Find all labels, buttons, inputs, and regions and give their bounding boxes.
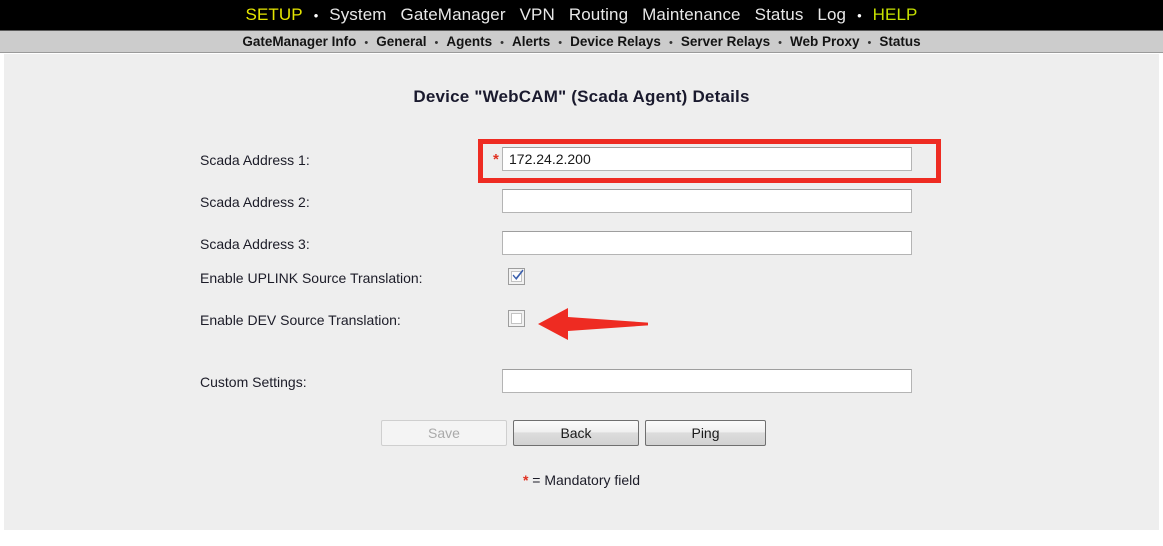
subnav-separator-icon: • <box>867 37 872 49</box>
label-enable-dev-source-translation: Enable DEV Source Translation: <box>200 312 401 328</box>
page-right-margin <box>1159 54 1163 530</box>
subnav-separator-icon: • <box>500 37 504 49</box>
page-left-margin <box>0 54 4 530</box>
subnav-item-gatemanager-info[interactable]: GateManager Info <box>236 34 362 49</box>
nav-item-routing[interactable]: Routing <box>562 0 635 30</box>
back-button[interactable]: Back <box>513 420 639 446</box>
subnav-item-server-relays[interactable]: Server Relays <box>675 34 776 49</box>
subnav-item-device-relays[interactable]: Device Relays <box>564 34 667 49</box>
nav-item-gatemanager[interactable]: GateManager <box>394 0 513 30</box>
nav-item-maintenance[interactable]: Maintenance <box>635 0 747 30</box>
subnav-separator-icon: • <box>778 37 782 49</box>
secondary-nav-items: GateManager Info • General • Agents • Al… <box>236 34 926 49</box>
subnav-item-web-proxy[interactable]: Web Proxy <box>784 34 866 49</box>
scada-address-1-input[interactable] <box>502 147 912 171</box>
primary-navigation-bar: SETUP • System GateManager VPN Routing M… <box>0 0 1163 30</box>
form-row-scada-address-3: Scada Address 3: <box>4 230 1159 258</box>
nav-item-setup[interactable]: SETUP <box>239 0 310 30</box>
label-scada-address-2: Scada Address 2: <box>200 194 310 210</box>
label-scada-address-1: Scada Address 1: <box>200 152 310 168</box>
enable-dev-source-translation-checkbox[interactable] <box>508 310 525 327</box>
nav-separator-bullet-2: • <box>857 7 862 23</box>
enable-uplink-source-translation-checkbox[interactable] <box>508 268 525 285</box>
page-bottom-margin <box>0 530 1163 546</box>
nav-separator-bullet: • <box>313 7 319 23</box>
save-button[interactable]: Save <box>381 420 507 446</box>
scada-address-2-input[interactable] <box>502 189 912 213</box>
nav-item-vpn[interactable]: VPN <box>513 0 562 30</box>
mandatory-asterisk-icon: * <box>493 151 499 168</box>
nav-item-status[interactable]: Status <box>748 0 811 30</box>
nav-item-help[interactable]: HELP <box>866 0 925 30</box>
subnav-separator-icon: • <box>364 37 369 49</box>
primary-nav-items: SETUP • System GateManager VPN Routing M… <box>239 0 925 31</box>
label-enable-uplink-source-translation: Enable UPLINK Source Translation: <box>200 270 423 286</box>
page-content-area: Device "WebCAM" (Scada Agent) Details Sc… <box>4 54 1159 530</box>
browser-page: SETUP • System GateManager VPN Routing M… <box>0 0 1163 546</box>
subnav-separator-icon: • <box>434 37 439 49</box>
form-row-scada-address-2: Scada Address 2: <box>4 188 1159 216</box>
label-scada-address-3: Scada Address 3: <box>200 236 310 252</box>
form-row-enable-uplink-source-translation: Enable UPLINK Source Translation: <box>4 264 1159 292</box>
device-details-form: Scada Address 1: * Scada Address 2: Scad… <box>4 54 1159 530</box>
mandatory-field-note-text: = Mandatory field <box>528 472 641 488</box>
nav-item-log[interactable]: Log <box>810 0 853 30</box>
subnav-item-agents[interactable]: Agents <box>440 34 498 49</box>
form-row-scada-address-1: Scada Address 1: * <box>4 146 1159 174</box>
mandatory-field-note: * = Mandatory field <box>4 472 1159 488</box>
secondary-navigation-bar: GateManager Info • General • Agents • Al… <box>0 30 1163 53</box>
subnav-separator-icon: • <box>558 37 563 49</box>
red-arrow-pointer-icon <box>538 308 648 340</box>
form-row-custom-settings: Custom Settings: <box>4 368 1159 396</box>
form-action-buttons: Save Back Ping <box>4 420 1159 448</box>
checkmark-icon <box>512 269 524 280</box>
label-custom-settings: Custom Settings: <box>200 374 307 390</box>
subnav-item-status[interactable]: Status <box>873 34 926 49</box>
nav-item-system[interactable]: System <box>322 0 393 30</box>
subnav-item-general[interactable]: General <box>370 34 432 49</box>
scada-address-3-input[interactable] <box>502 231 912 255</box>
subnav-separator-icon: • <box>668 37 673 49</box>
subnav-item-alerts[interactable]: Alerts <box>506 34 556 49</box>
custom-settings-input[interactable] <box>502 369 912 393</box>
ping-button[interactable]: Ping <box>645 420 766 446</box>
checkbox-inner-face <box>511 313 522 324</box>
